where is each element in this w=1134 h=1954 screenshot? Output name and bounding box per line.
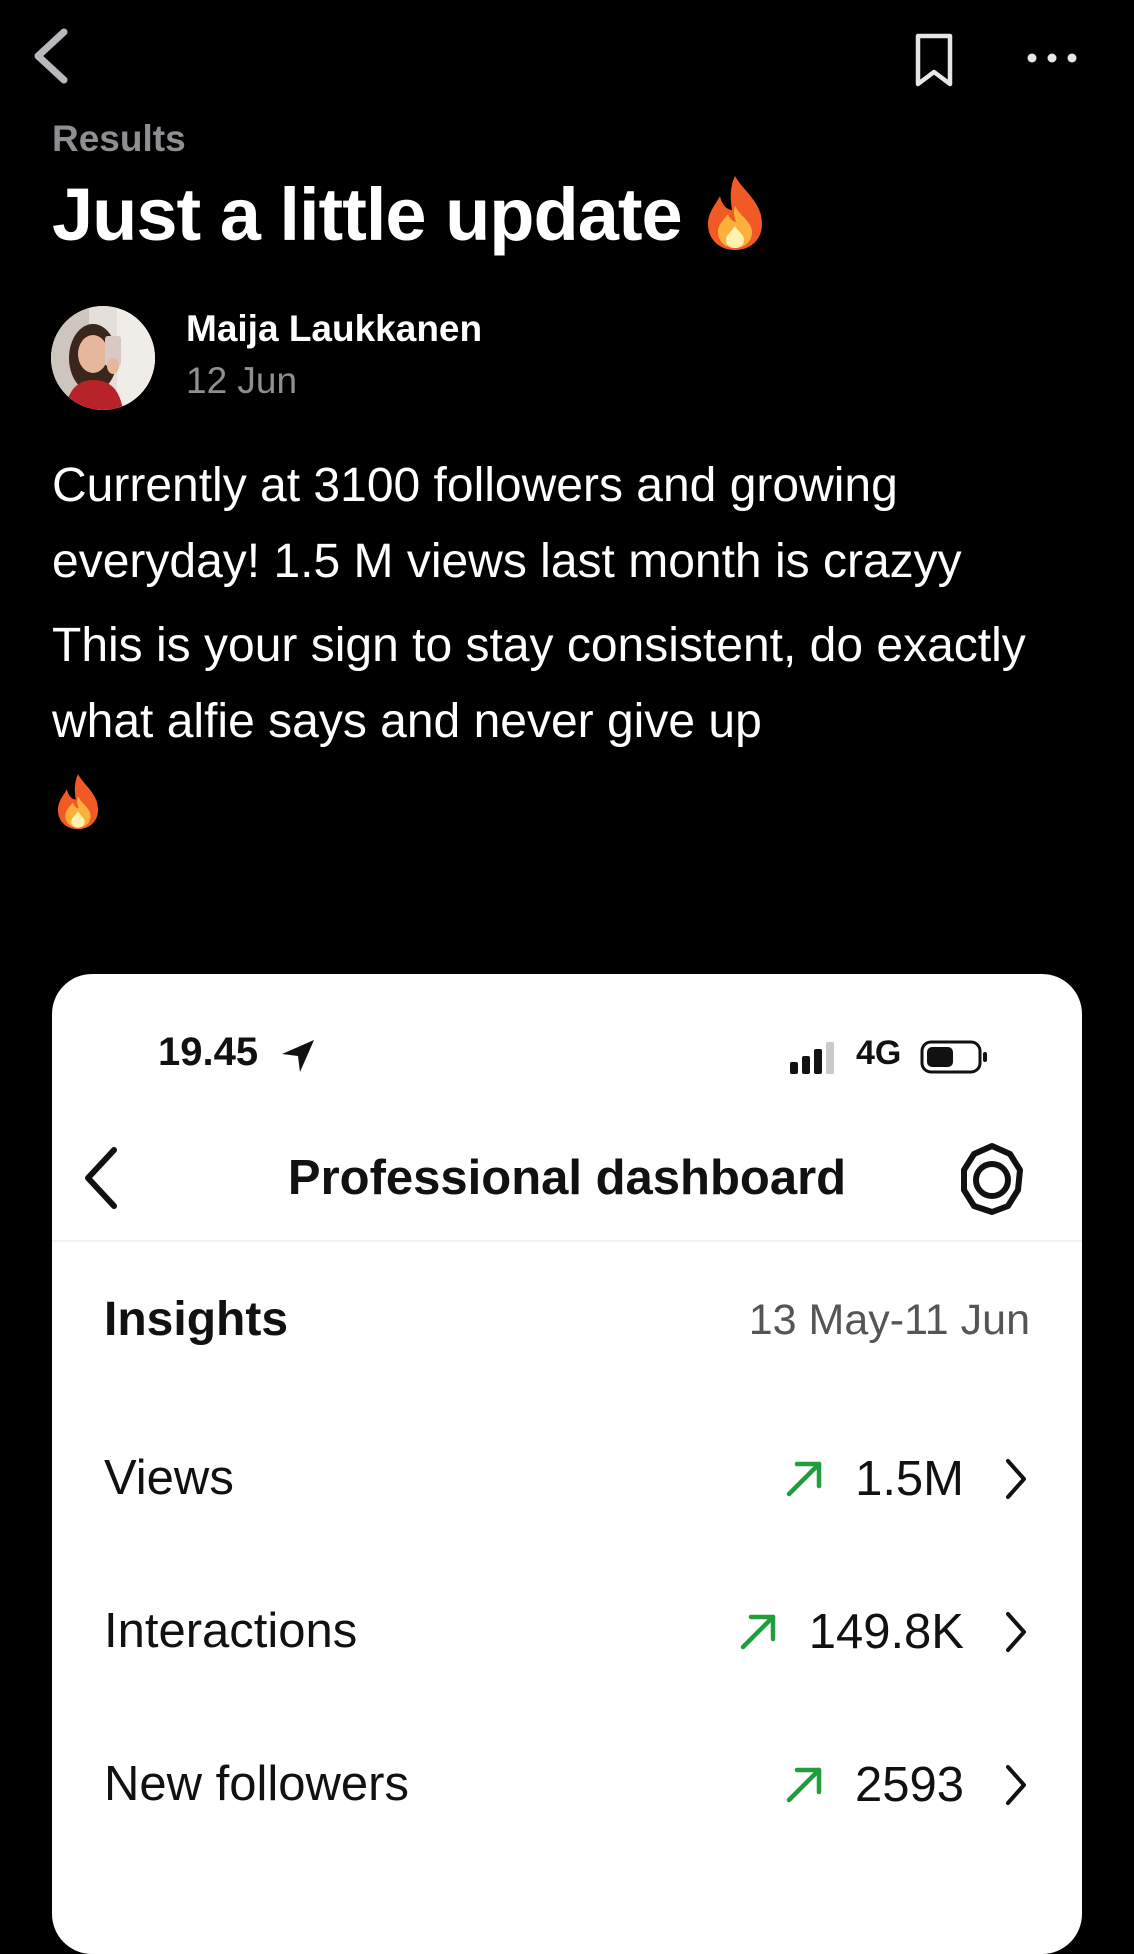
metric-value: 1.5M <box>855 1452 964 1506</box>
battery-icon <box>920 1040 987 1074</box>
chevron-right-icon <box>1006 1612 1026 1652</box>
author-avatar[interactable] <box>51 306 155 410</box>
dashboard-title: Professional dashboard <box>287 1151 847 1205</box>
metric-value: 149.8K <box>808 1605 964 1659</box>
post-title-text: Just a little update <box>52 173 683 256</box>
chevron-left-icon <box>34 28 68 84</box>
metric-label: New followers <box>104 1757 409 1811</box>
screenshot-status-bar: 19.45 4G <box>52 1030 1082 1090</box>
post-paragraph: Currently at 3100 followers and growing … <box>52 459 962 588</box>
metric-row-new-followers[interactable]: New followers 2593 <box>52 1730 1082 1840</box>
metric-label: Interactions <box>104 1604 358 1658</box>
bookmark-button[interactable] <box>906 30 962 90</box>
avatar-photo <box>51 306 155 410</box>
more-options-button[interactable] <box>1022 36 1082 80</box>
attached-screenshot[interactable]: 19.45 4G Professional dashboard Insights… <box>52 974 1082 1954</box>
metric-value: 2593 <box>854 1758 964 1812</box>
author-name[interactable]: Maija Laukkanen <box>186 308 482 350</box>
back-button[interactable] <box>26 24 82 88</box>
metric-row-interactions[interactable]: Interactions 149.8K <box>52 1577 1082 1687</box>
breadcrumb[interactable]: Results <box>52 118 186 160</box>
network-type: 4G <box>856 1034 902 1072</box>
fire-emoji-icon <box>52 771 104 831</box>
metric-value-group: 2593 <box>781 1750 1030 1820</box>
post-body: Currently at 3100 followers and growing … <box>52 448 1092 844</box>
location-arrow-icon <box>282 1040 314 1072</box>
metric-value-group: 1.5M <box>781 1444 1030 1514</box>
trend-up-icon <box>786 1767 822 1803</box>
bookmark-icon <box>915 33 953 87</box>
trailing-emoji-line <box>52 768 1092 844</box>
more-horizontal-icon <box>1027 53 1077 63</box>
post-paragraph: This is your sign to stay consistent, do… <box>52 619 1026 748</box>
chevron-right-icon <box>1006 1765 1026 1805</box>
cellular-signal-icon <box>790 1042 834 1074</box>
fire-emoji-icon <box>700 172 770 252</box>
post-title: Just a little update <box>52 172 770 257</box>
post-date: 12 Jun <box>186 360 298 401</box>
insights-label: Insights <box>104 1293 289 1346</box>
chevron-right-icon <box>1006 1459 1026 1499</box>
insights-header: Insights 13 May-11 Jun <box>52 1292 1082 1362</box>
insights-date-range[interactable]: 13 May-11 Jun <box>749 1296 1030 1345</box>
metric-value-group: 149.8K <box>735 1597 1030 1667</box>
status-time: 19.45 <box>158 1030 259 1074</box>
gear-icon[interactable] <box>952 1140 1032 1220</box>
dashboard-header: Professional dashboard <box>52 1120 1082 1242</box>
trend-up-icon <box>740 1614 775 1650</box>
metric-label: Views <box>104 1451 234 1505</box>
metric-row-views[interactable]: Views 1.5M <box>52 1424 1082 1534</box>
top-bar <box>0 0 1134 110</box>
trend-up-icon <box>786 1461 822 1497</box>
